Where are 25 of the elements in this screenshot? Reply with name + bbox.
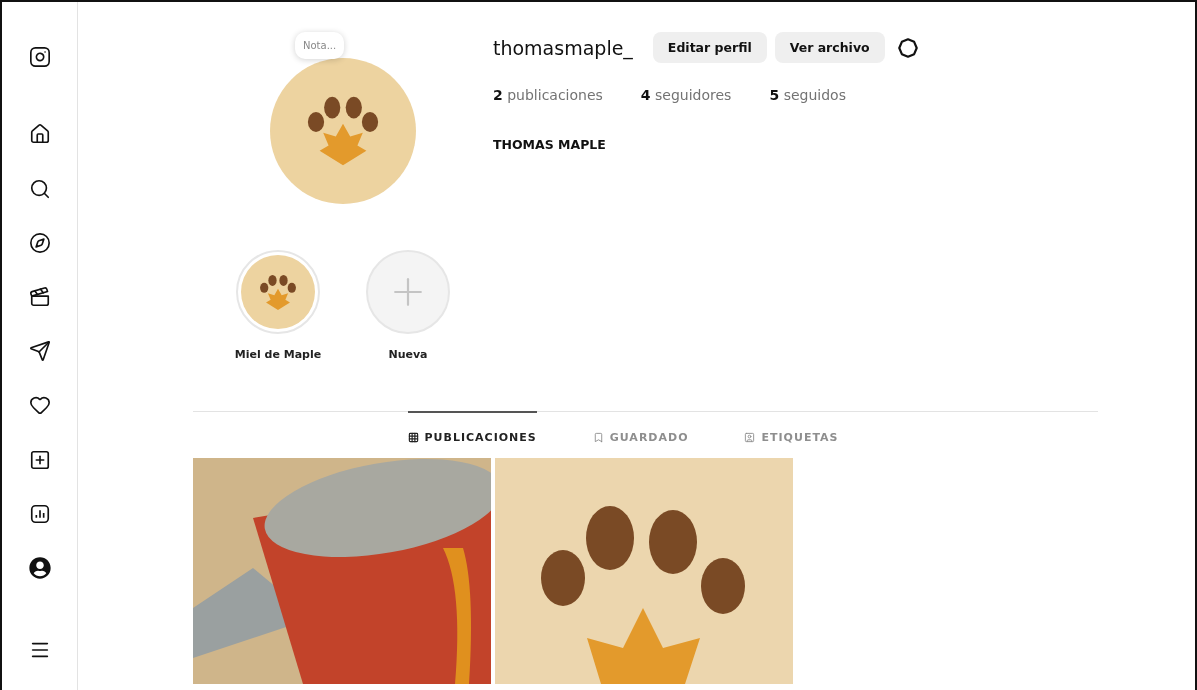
home-icon <box>28 123 51 145</box>
profile-name: THOMAS MAPLE <box>493 137 607 152</box>
profile-button[interactable]: Ver archivo <box>774 32 885 63</box>
settings-icon[interactable] <box>896 36 919 59</box>
profile-button[interactable]: Editar perfil <box>652 32 767 63</box>
create-icon <box>28 449 51 471</box>
send-icon <box>28 340 51 362</box>
reels-icon <box>28 286 51 308</box>
profile-icon <box>28 557 51 579</box>
profile-stat[interactable]: 4 seguidores <box>640 87 732 103</box>
tagged-icon <box>744 432 756 443</box>
bar-chart-icon <box>28 503 51 525</box>
bookmark-icon <box>592 432 604 443</box>
note-bubble[interactable]: Nota... <box>295 32 345 59</box>
heart-icon <box>28 394 51 416</box>
username: thomasmaple_ <box>493 36 633 59</box>
highlight-label: Nueva <box>388 348 428 361</box>
highlight-label: Miel de Maple <box>234 348 322 361</box>
profile-stat[interactable]: 2 publicaciones <box>493 87 603 103</box>
search-icon <box>28 178 51 200</box>
compass-icon <box>28 232 51 254</box>
instagram-logo-icon <box>28 46 51 68</box>
profile-nav-button[interactable] <box>26 555 53 581</box>
grid-icon <box>407 432 419 443</box>
profile-stat[interactable]: 5 seguidos <box>769 87 846 103</box>
